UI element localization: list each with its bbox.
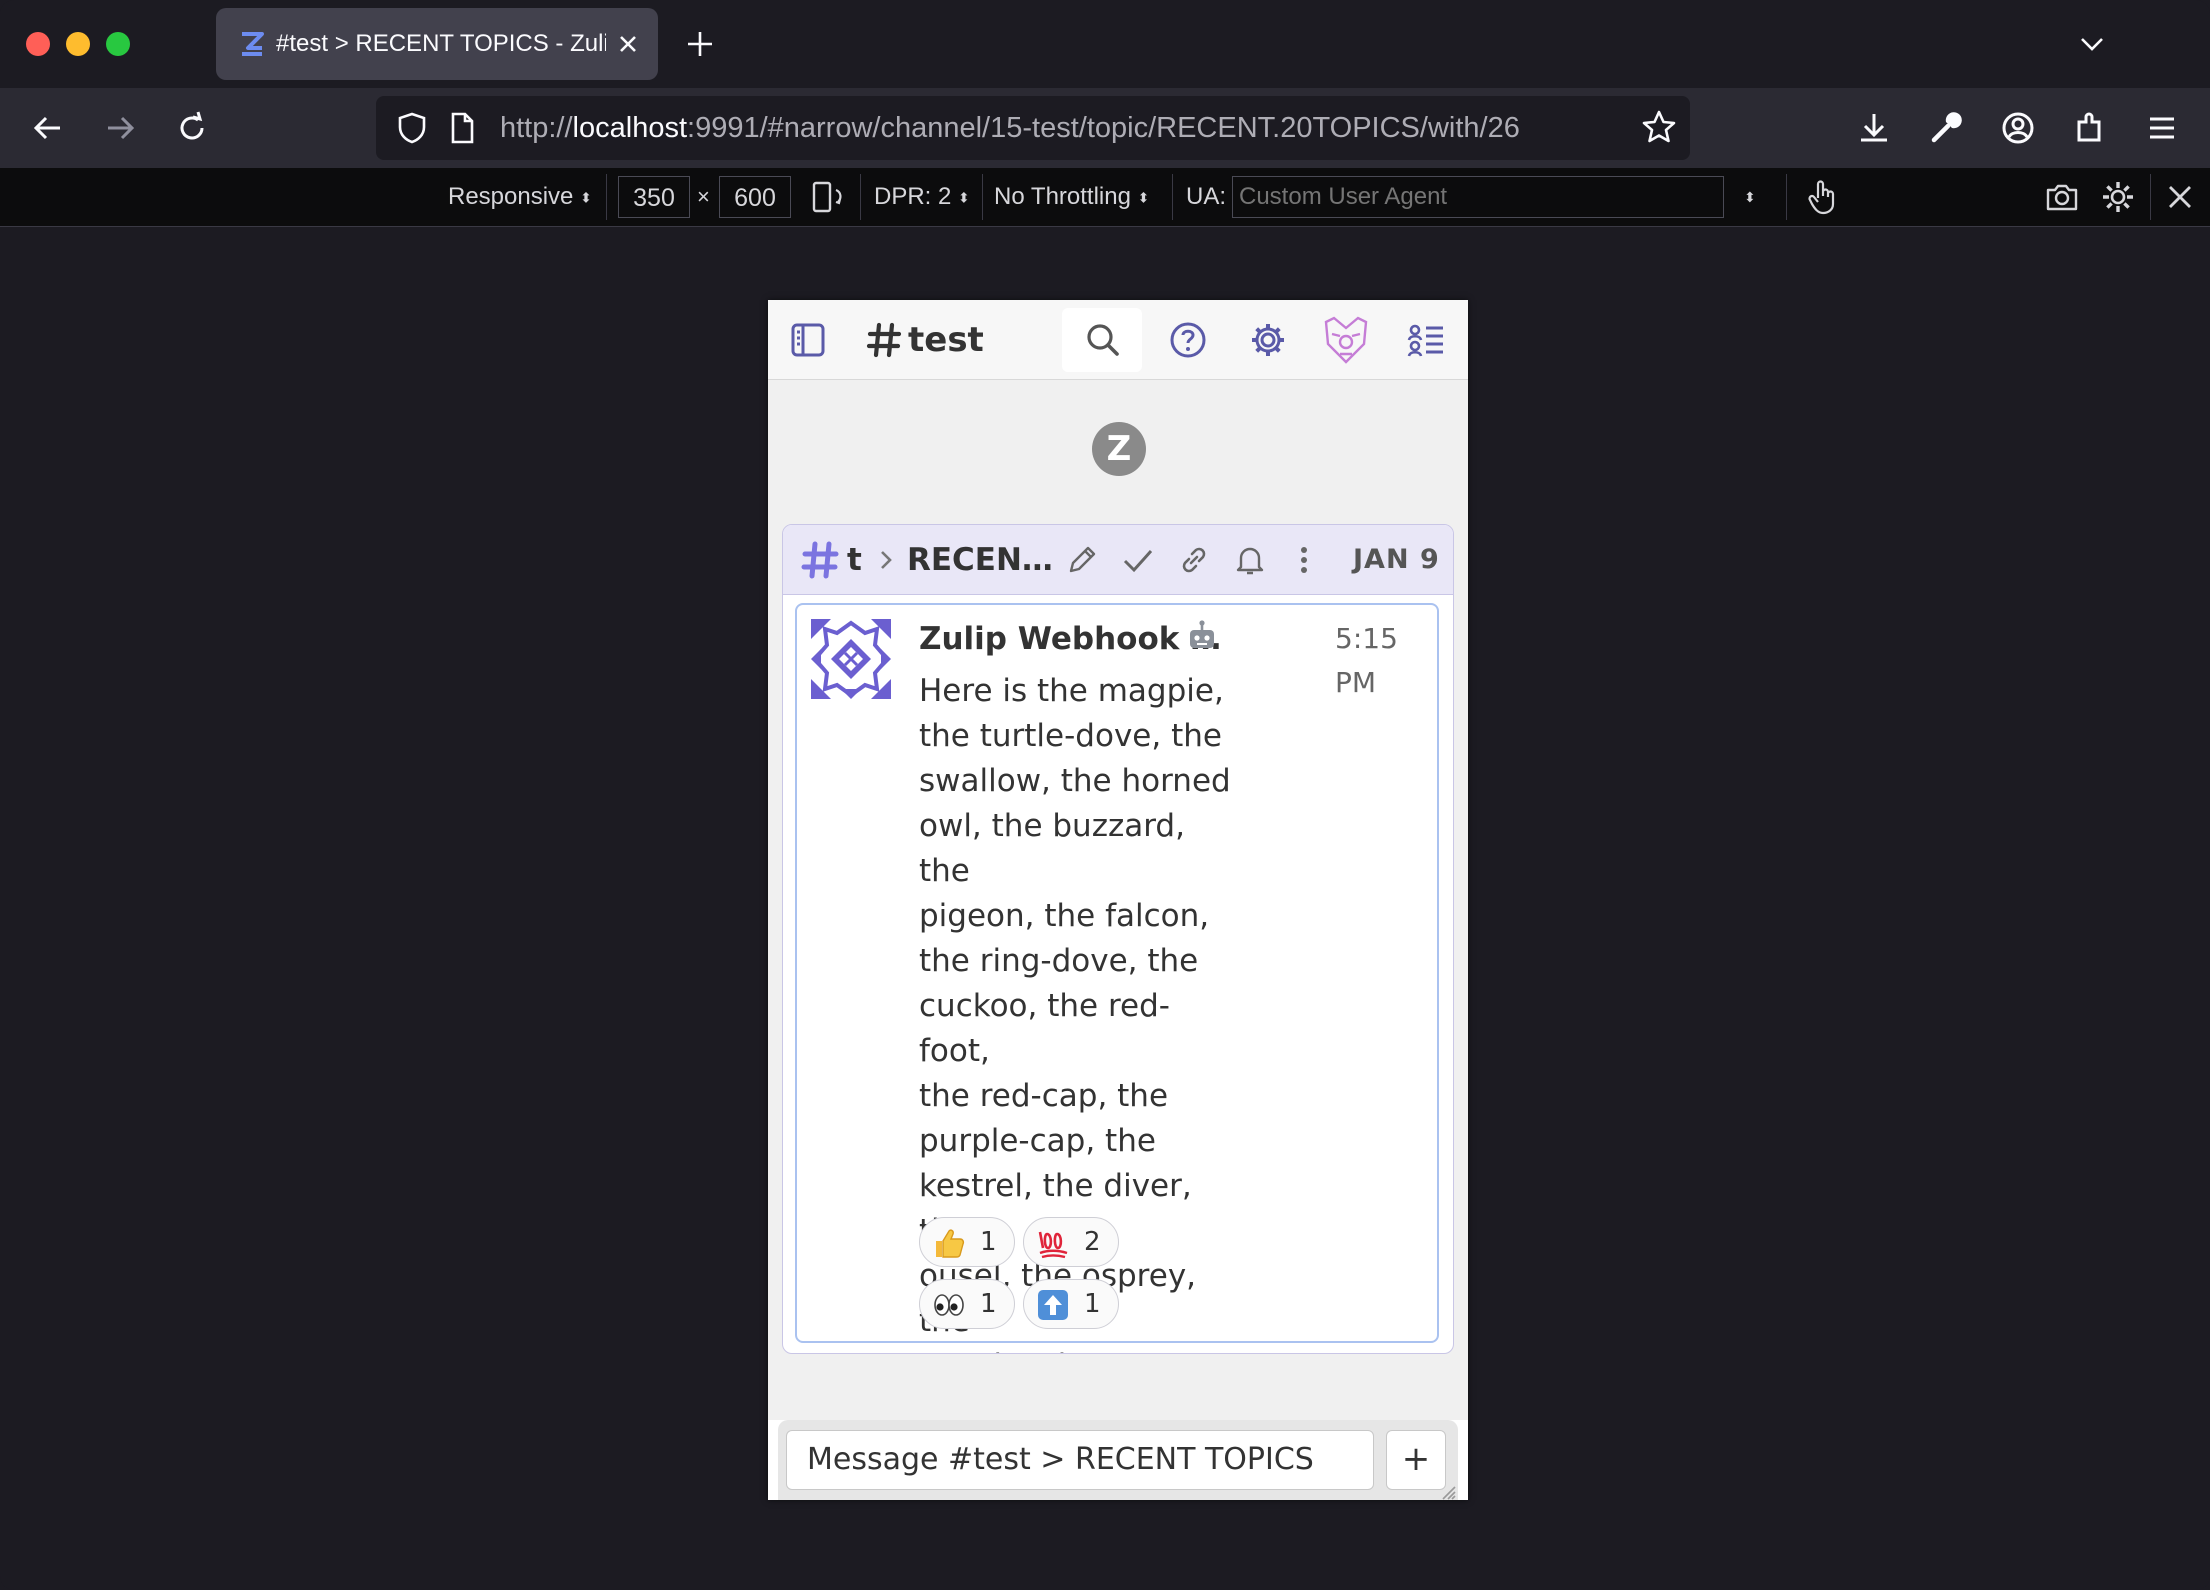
updown-icon: ⬍ (580, 189, 592, 206)
link-icon[interactable] (1177, 543, 1211, 577)
tab-title: #test > RECENT TOPICS - Zulip (276, 30, 606, 57)
resolve-check-icon[interactable] (1121, 543, 1155, 577)
forward-arrow-icon[interactable] (100, 108, 140, 148)
up-arrow-icon (1038, 1290, 1068, 1320)
reaction-count: 1 (980, 1227, 997, 1257)
reaction-count: 1 (1084, 1289, 1101, 1319)
reload-icon[interactable] (172, 108, 212, 148)
zulip-favicon-icon (242, 32, 264, 56)
new-tab-icon[interactable] (682, 26, 718, 62)
dpr-selector[interactable]: DPR: 2 ⬍ (874, 168, 970, 226)
message-line: pigeon, the falcon, (919, 898, 1210, 934)
zulip-logo: Z (1092, 422, 1146, 476)
recipient-topic-name[interactable]: RECEN… (907, 539, 1053, 581)
url-text[interactable]: http://localhost:9991/#narrow/channel/15… (500, 110, 1520, 146)
search-button[interactable] (1062, 308, 1142, 372)
updown-icon[interactable]: ⬍ (1744, 168, 1756, 226)
hundred-points-icon (1038, 1231, 1068, 1259)
chevron-right-icon (881, 551, 892, 569)
search-icon (1087, 324, 1119, 356)
resize-handle-icon[interactable] (1438, 1482, 1456, 1500)
sender-avatar[interactable] (811, 619, 891, 699)
bell-icon[interactable] (1233, 543, 1267, 577)
bot-icon (1190, 620, 1214, 648)
address-bar[interactable]: http://localhost:9991/#narrow/channel/15… (376, 96, 1690, 160)
channel-title[interactable]: test (908, 316, 984, 364)
message-line: woodpecker. (919, 1344, 1239, 1353)
zulip-navbar: test (768, 300, 1468, 380)
download-icon[interactable] (1854, 108, 1894, 148)
reaction-eyes[interactable]: 1 (919, 1279, 1015, 1329)
reaction-count: 1 (980, 1289, 997, 1319)
dimension-separator: × (697, 184, 710, 209)
compose-message-input[interactable]: Message #test > RECENT TOPICS (786, 1430, 1374, 1490)
sender-name[interactable]: Zulip Webhook … (919, 617, 1221, 661)
recipient-date: JAN 9 (1353, 544, 1440, 575)
page-icon[interactable] (446, 110, 478, 146)
sidebar-toggle-icon[interactable] (788, 320, 828, 360)
settings-gear-icon[interactable] (2100, 179, 2136, 215)
menu-icon[interactable] (2142, 108, 2182, 148)
rotate-device-icon[interactable] (810, 180, 846, 214)
chevron-down-icon[interactable] (2074, 26, 2110, 62)
viewport-height-input[interactable]: 600 (719, 176, 791, 218)
message-row[interactable]: Zulip Webhook … 5:15 PM Here is the magp… (795, 603, 1439, 1353)
extensions-icon[interactable] (2070, 108, 2110, 148)
user-list-icon[interactable] (1406, 320, 1446, 360)
new-conversation-button[interactable]: + (1386, 1430, 1446, 1490)
bookmark-star-icon[interactable] (1640, 108, 1678, 146)
device-selector[interactable]: Responsive ⬍ (448, 168, 592, 226)
updown-icon: ⬍ (958, 189, 970, 206)
channel-hash-icon[interactable] (801, 541, 839, 579)
device-viewport: test Z t RECEN… JAN 9 Zulip Webhook … 5:… (768, 300, 1468, 1500)
message-line: the ring-dove, the (919, 943, 1199, 979)
reaction-hundred-points[interactable]: 2 (1023, 1217, 1119, 1267)
browser-window: #test > RECENT TOPICS - Zulip http://loc… (0, 0, 2210, 1590)
shield-icon[interactable] (394, 110, 430, 146)
message-line: purple-cap, the (919, 1123, 1156, 1159)
reaction-thumbs-up[interactable]: 1 (919, 1217, 1015, 1267)
recipient-bar: test RECEN… (783, 525, 1453, 595)
message-line: the turtle-dove, the (919, 718, 1222, 754)
throttling-selector[interactable]: No Throttling ⬍ (994, 168, 1149, 226)
user-agent-input[interactable] (1232, 176, 1724, 218)
recipient-channel-name[interactable]: test (847, 539, 863, 581)
responsive-design-toolbar: Responsive ⬍ 350 × 600 DPR: 2 ⬍ No Throt… (0, 168, 2210, 227)
updown-icon: ⬍ (1137, 189, 1150, 206)
browser-tab-active[interactable]: #test > RECENT TOPICS - Zulip (216, 8, 658, 80)
back-arrow-icon[interactable] (28, 108, 68, 148)
screenshot-camera-icon[interactable] (2044, 179, 2080, 215)
message-feed: Z test RECEN… (768, 380, 1468, 1420)
reaction-count: 2 (1084, 1227, 1101, 1257)
navigation-bar: http://localhost:9991/#narrow/channel/15… (0, 88, 2210, 168)
reaction-up-arrow[interactable]: 1 (1023, 1279, 1119, 1329)
message-line: the red-cap, the (919, 1078, 1169, 1114)
window-minimize-button[interactable] (66, 32, 90, 56)
eyes-icon (934, 1294, 964, 1316)
help-icon[interactable] (1168, 320, 1208, 360)
message-line: owl, the buzzard, the (919, 808, 1185, 889)
message-line: swallow, the horned (919, 763, 1231, 799)
window-close-button[interactable] (26, 32, 50, 56)
user-avatar-icon[interactable] (1320, 314, 1372, 366)
ua-label: UA: (1186, 183, 1227, 210)
channel-hash-icon (866, 322, 902, 358)
viewport-width-input[interactable]: 350 (618, 176, 690, 218)
more-vertical-icon[interactable] (1287, 543, 1321, 577)
message-timestamp[interactable]: 5:15 PM (1335, 617, 1437, 705)
close-icon[interactable] (2164, 181, 2196, 213)
edit-pencil-icon[interactable] (1065, 543, 1099, 577)
recipient-block: test RECEN… (782, 524, 1454, 1354)
window-maximize-button[interactable] (106, 32, 130, 56)
touch-simulation-icon[interactable] (1806, 178, 1838, 216)
close-tab-icon[interactable] (612, 28, 644, 60)
gear-icon[interactable] (1248, 320, 1288, 360)
tab-bar: #test > RECENT TOPICS - Zulip (0, 0, 2210, 88)
account-icon[interactable] (1998, 108, 2038, 148)
compose-box: Message #test > RECENT TOPICS + (778, 1420, 1458, 1500)
thumbs-up-icon (936, 1229, 965, 1258)
wrench-icon[interactable] (1926, 108, 1966, 148)
message-line: cuckoo, the red-foot, (919, 988, 1170, 1069)
message-line: Here is the magpie, (919, 673, 1224, 709)
